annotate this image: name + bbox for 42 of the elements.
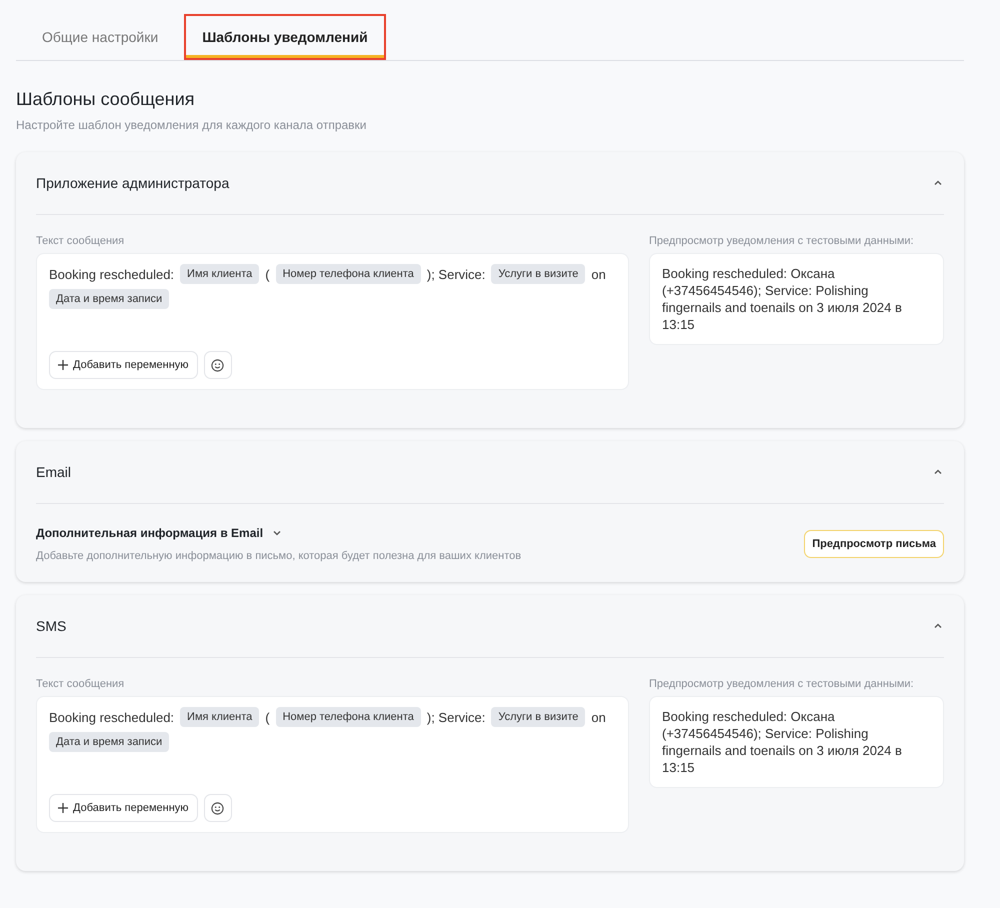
card-title: Email	[36, 464, 72, 480]
add-variable-button[interactable]: Добавить переменную	[49, 351, 198, 379]
message-text: ); Service:	[426, 710, 486, 724]
emoji-button[interactable]	[204, 351, 232, 379]
message-text: Booking rescheduled:	[49, 710, 174, 724]
preview-label: Предпросмотр уведомления с тестовыми данными:	[649, 678, 915, 690]
tab[interactable]: Общие настройки	[24, 14, 176, 60]
email-preview-button[interactable]: Предпросмотр письма	[804, 530, 944, 558]
plus-icon	[58, 803, 68, 813]
page-heading: Шаблоны сообщения	[16, 89, 196, 110]
page-subheading: Настройте шаблон уведомления для каждого канала отправки	[16, 118, 368, 132]
preview-text: Booking rescheduled: Оксана (+37456454546); Service: Polishing fingernails and toenails on 3 июля 2024 в 13:15	[649, 253, 944, 345]
smiley-icon	[211, 358, 224, 372]
preview-text: Booking rescheduled: Оксана (+37456454546); Service: Polishing fingernails and toenails on 3 июля 2024 в 13:15	[649, 696, 944, 788]
section-title[interactable]: Дополнительная информация в Email	[36, 526, 264, 540]
variable-chip[interactable]: Имя клиента	[180, 264, 260, 284]
field-label: Текст сообщения	[36, 235, 126, 247]
message-text: on	[591, 710, 606, 724]
variable-chip[interactable]: Номер телефона клиента	[276, 264, 421, 284]
variable-chip[interactable]: Имя клиента	[180, 707, 260, 727]
message-text: (	[265, 710, 270, 724]
message-text: on	[591, 266, 606, 282]
preview-label: Предпросмотр уведомления с тестовыми данными:	[649, 235, 915, 247]
variable-chip[interactable]: Номер телефона клиента	[276, 707, 421, 727]
variable-chip[interactable]: Дата и время записи	[49, 289, 170, 309]
variable-chip[interactable]: Услуги в визите	[491, 707, 586, 727]
section-description: Добавьте дополнительную информацию в письмо, которая будет полезна для ваших клиентов	[36, 550, 522, 562]
message-editor[interactable]: Booking rescheduled: Имя клиента ( Номер телефона клиента ); Service: Услуги в визите on Дата и время записи Добавить переменную	[36, 253, 629, 390]
variable-chip[interactable]: Дата и время записи	[49, 732, 170, 752]
variable-chip[interactable]: Услуги в визите	[491, 264, 586, 284]
field-label: Текст сообщения	[36, 678, 126, 690]
smiley-icon	[211, 802, 224, 814]
emoji-button[interactable]	[204, 794, 232, 822]
message-text: Booking rescheduled:	[49, 266, 174, 282]
message-text: (	[265, 266, 270, 282]
message-text: ); Service:	[426, 266, 486, 282]
tab[interactable]: Шаблоны уведомлений	[184, 14, 386, 60]
add-variable-button[interactable]: Добавить переменную	[49, 794, 198, 822]
plus-icon	[58, 360, 68, 370]
card-title: SMS	[36, 618, 66, 634]
card-title: Приложение администратора	[36, 175, 230, 191]
message-editor[interactable]: Booking rescheduled: Имя клиента ( Номер телефона клиента ); Service: Услуги в визите on Дата и время записи Добавить переменную	[36, 696, 629, 833]
